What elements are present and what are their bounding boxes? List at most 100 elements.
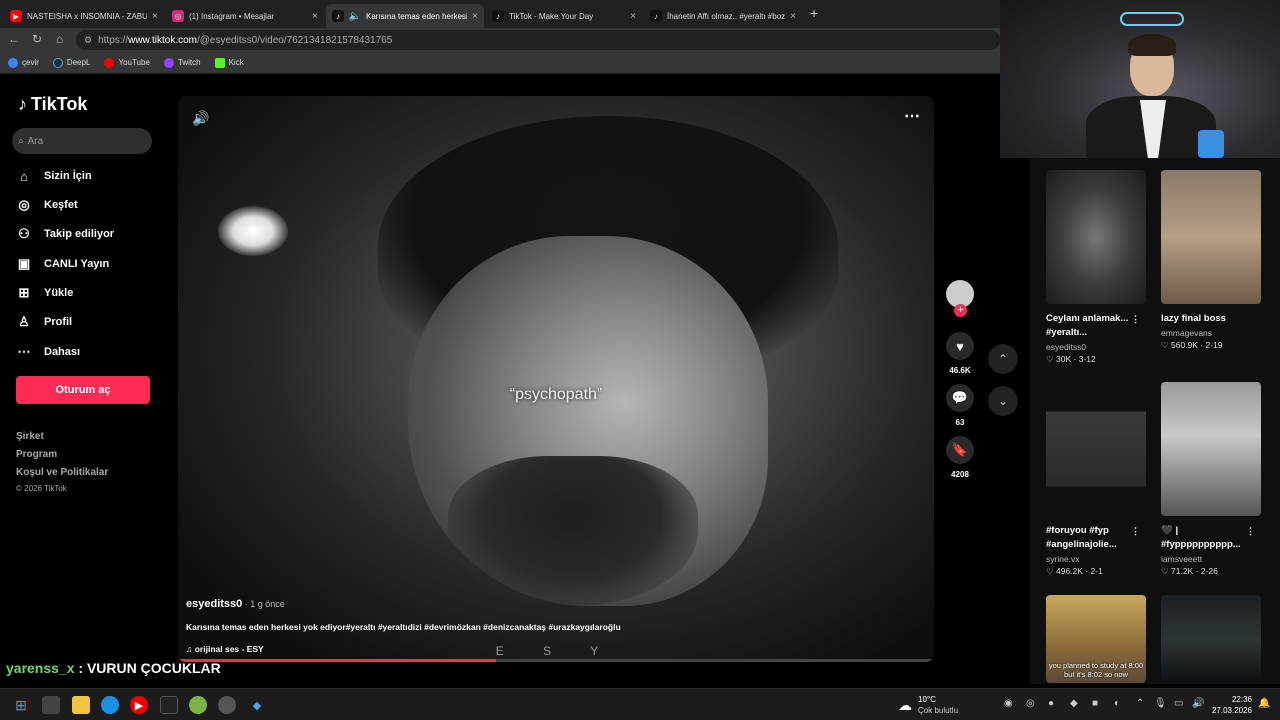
search-input[interactable]: ⌕ Ara xyxy=(12,128,152,154)
volume-icon[interactable]: 🔊 xyxy=(192,110,209,127)
video-thumbnail[interactable] xyxy=(1161,595,1261,683)
network-icon[interactable]: ▭ xyxy=(1174,698,1183,709)
tab-instagram[interactable]: ◎ (1) Instagram • Mesajlar × xyxy=(166,4,324,28)
more-options-icon[interactable]: ⋮ xyxy=(1131,312,1140,326)
volume-icon[interactable]: 🔊 xyxy=(1192,698,1204,709)
bookmark-deepl[interactable]: DeepL xyxy=(52,57,90,68)
bookmark-twitch[interactable]: Twitch xyxy=(163,57,201,68)
bookmarks-bar: çevir DeepL YouTube Twitch Kick xyxy=(0,52,1000,74)
recommended-panel: Ceylanı anlamak... #yeraltı... ⋮ esyedits… xyxy=(1030,158,1280,684)
like-action[interactable]: ♥ 46.6K xyxy=(946,332,974,375)
next-video-button[interactable]: ⌄ xyxy=(988,386,1018,416)
video-player[interactable]: 🔊 ⋯ “psychopath” esyeditss0 · 1 g önce K… xyxy=(178,96,934,662)
nav-profile[interactable]: ♙ Profil xyxy=(16,314,72,330)
follow-plus-icon[interactable]: + xyxy=(954,304,967,317)
recommended-card[interactable]: lazy final boss emmagevans ♡ 560.9K · 2-… xyxy=(1161,170,1263,351)
obs-icon[interactable] xyxy=(218,696,236,714)
bookmark-cevir[interactable]: çevir xyxy=(8,57,39,68)
video-thumbnail[interactable] xyxy=(1046,170,1146,304)
speaker-icon[interactable]: 🔈 xyxy=(349,10,361,22)
tray-app-icon[interactable]: ◆ xyxy=(1070,698,1078,709)
heart-icon: ♡ xyxy=(1046,566,1054,576)
footer-program-link[interactable]: Program xyxy=(16,449,57,460)
edge-icon[interactable] xyxy=(101,696,119,714)
notification-bell-icon[interactable]: 🔔 xyxy=(1258,698,1270,709)
more-icon: ⋯ xyxy=(17,344,31,359)
nav-upload[interactable]: ⊞ Yükle xyxy=(16,285,74,301)
app-icon[interactable]: ◆ xyxy=(248,696,266,714)
terminal-icon[interactable] xyxy=(160,696,178,714)
cloud-icon: ☁ xyxy=(898,696,912,713)
recommended-card[interactable]: Ceylanı anlamak... #yeraltı... ⋮ esyedits… xyxy=(1046,170,1148,365)
file-explorer-icon[interactable] xyxy=(72,696,90,714)
system-clock[interactable]: 22:36 27.03.2026 xyxy=(1210,694,1252,716)
video-beard-shadow xyxy=(448,456,698,606)
tray-app-icon[interactable]: ■ xyxy=(1092,698,1098,709)
nav-following[interactable]: ⚇ Takip ediliyor xyxy=(16,226,114,242)
nav-for-you[interactable]: ⌂ Sizin İçin xyxy=(16,168,92,184)
task-view-icon[interactable] xyxy=(42,696,60,714)
url-field[interactable]: ⚙ https://www.tiktok.com/@esyeditss0/vid… xyxy=(76,30,1000,50)
recommended-card[interactable]: #foruyou #fyp #angelinajolie... ⋮ syrine.… xyxy=(1046,382,1148,577)
upload-icon: ⊞ xyxy=(18,285,30,300)
video-thumbnail[interactable] xyxy=(1161,382,1261,516)
more-options-icon[interactable]: ⋯ xyxy=(904,106,920,126)
nav-live[interactable]: ▣ CANLI Yayın xyxy=(16,256,109,272)
new-tab-button[interactable]: + xyxy=(810,5,818,21)
weather-widget[interactable]: ☁ 10°C Çok bulutlu xyxy=(898,694,958,716)
recommended-card[interactable]: you planned to study at 8:00 but it's 8:… xyxy=(1046,595,1148,683)
kick-icon xyxy=(214,57,225,68)
tray-app-icon[interactable]: ◉ xyxy=(1004,698,1013,709)
windows-start-icon[interactable]: ⊞ xyxy=(12,696,30,714)
tray-app-icon[interactable]: ◐ xyxy=(1114,698,1120,709)
tab-tiktok-video[interactable]: ♪ 🔈 Karısına temas eden herkesi y × xyxy=(326,4,484,28)
previous-video-button[interactable]: ⌃ xyxy=(988,344,1018,374)
video-thumbnail[interactable] xyxy=(1161,170,1261,304)
video-thumbnail[interactable] xyxy=(1046,382,1146,516)
heart-icon[interactable]: ♥ xyxy=(946,332,974,360)
save-count: 4208 xyxy=(951,470,969,479)
footer-company-link[interactable]: Şirket xyxy=(16,431,44,442)
reload-icon[interactable]: ↻ xyxy=(32,32,42,46)
comment-icon[interactable]: 💬 xyxy=(946,384,974,412)
close-icon[interactable]: × xyxy=(152,11,158,22)
tab-youtube[interactable]: ▶ NASTEISHA x INSOMNIA - ZABUTO × xyxy=(4,4,164,28)
drink-can xyxy=(1198,130,1224,158)
author-avatar[interactable]: + xyxy=(946,280,974,317)
comment-action[interactable]: 💬 63 xyxy=(946,384,974,427)
tray-app-icon[interactable]: ◎ xyxy=(1026,698,1035,709)
recommended-card[interactable]: 🖤 | #fypppppppppp... ⋮ iamsveeett ♡ 71.2K… xyxy=(1161,382,1263,577)
url-text: https://www.tiktok.com/@esyeditss0/video… xyxy=(98,34,393,46)
home-icon[interactable]: ⌂ xyxy=(56,32,63,46)
tab-tiktok-ihanet[interactable]: ♪ İhanetin Affı olmaz.. #yeraltı #bozk × xyxy=(644,4,802,28)
save-action[interactable]: 🔖 4208 xyxy=(946,436,974,479)
login-button[interactable]: Oturum aç xyxy=(16,376,150,404)
back-icon[interactable]: ← xyxy=(8,32,20,46)
bookmark-kick[interactable]: Kick xyxy=(214,57,244,68)
site-info-icon[interactable]: ⚙ xyxy=(84,35,92,46)
video-author[interactable]: esyeditss0 · 1 g önce xyxy=(186,598,906,610)
bookmark-youtube[interactable]: YouTube xyxy=(104,57,150,68)
video-thumbnail[interactable]: you planned to study at 8:00 but it's 8:… xyxy=(1046,595,1146,683)
microphone-icon[interactable]: 🎙 xyxy=(1154,698,1167,709)
close-icon[interactable]: × xyxy=(472,11,478,22)
more-options-icon[interactable]: ⋮ xyxy=(1246,524,1255,538)
nav-more[interactable]: ⋯ Dahası xyxy=(16,344,81,360)
video-progress-bar[interactable] xyxy=(178,659,934,662)
nav-explore[interactable]: ◎ Keşfet xyxy=(16,197,77,213)
chevron-up-icon[interactable]: ⌃ xyxy=(1136,698,1144,709)
tab-tiktok-home[interactable]: ♪ TikTok - Make Your Day × xyxy=(486,4,642,28)
recommended-card[interactable] xyxy=(1161,595,1263,683)
close-icon[interactable]: × xyxy=(312,11,318,22)
more-options-icon[interactable]: ⋮ xyxy=(1131,524,1140,538)
bookmark-icon[interactable]: 🔖 xyxy=(946,436,974,464)
close-icon[interactable]: × xyxy=(630,11,636,22)
tray-app-icon[interactable]: ● xyxy=(1048,698,1054,709)
video-description[interactable]: Karısına temas eden herkesi yok ediyor#y… xyxy=(186,622,906,632)
youtube-app-icon[interactable]: ▶ xyxy=(130,696,148,714)
footer-terms-link[interactable]: Koşul ve Politikalar xyxy=(16,467,108,478)
app-icon[interactable] xyxy=(189,696,207,714)
close-icon[interactable]: × xyxy=(790,11,796,22)
video-watermark: E S Y xyxy=(495,644,617,658)
tiktok-logo[interactable]: ♪ TikTok xyxy=(18,94,87,115)
